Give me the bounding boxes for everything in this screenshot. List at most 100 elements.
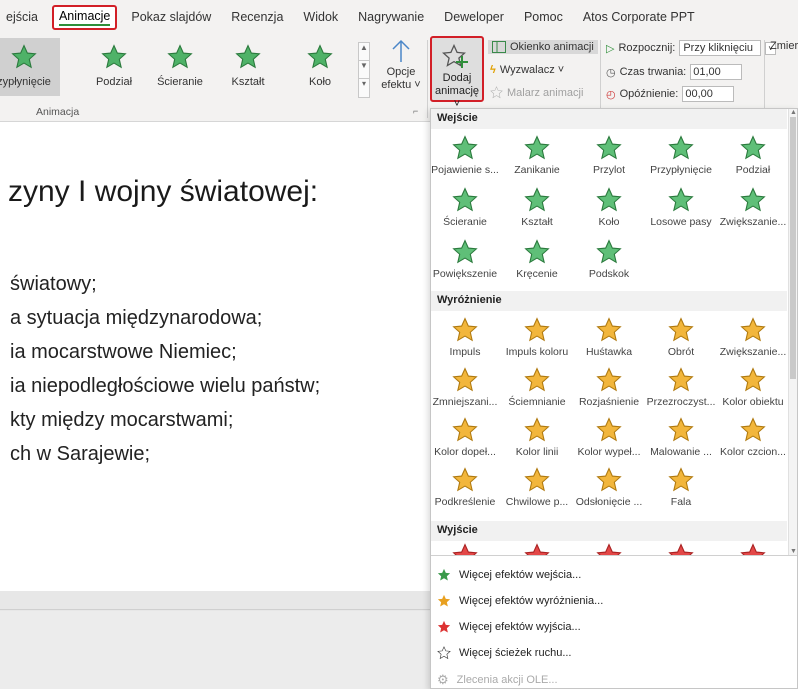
- star-icon: [235, 44, 261, 70]
- gallery-scrollbar[interactable]: ▲ ▼ ▾: [358, 42, 370, 98]
- effect-item[interactable]: Zwiększanie...: [718, 317, 788, 358]
- effect-item[interactable]: Kształt: [502, 187, 572, 228]
- notes-divider[interactable]: [0, 609, 430, 610]
- star-effect-icon: [452, 187, 478, 213]
- tab-view[interactable]: Widok: [297, 6, 344, 28]
- star-effect-icon: [524, 135, 550, 161]
- gallery-scroll-up-icon[interactable]: ▲: [359, 43, 369, 61]
- gallery-item-wheel[interactable]: Koło: [290, 44, 350, 88]
- effect-item[interactable]: Kolor linii: [502, 417, 572, 458]
- effect-item[interactable]: Powiększenie: [431, 239, 500, 280]
- more-motion-paths[interactable]: Więcej ścieżek ruchu...: [437, 646, 571, 660]
- effect-item[interactable]: Kolor dopeł...: [431, 417, 500, 458]
- effect-item[interactable]: Odsłonięcie ...: [574, 467, 644, 508]
- effect-label: Podskok: [588, 268, 630, 280]
- slide-title[interactable]: zyny I wojny światowej:: [8, 175, 318, 209]
- effect-item[interactable]: Obrót: [646, 317, 716, 358]
- effect-item[interactable]: Przylot: [574, 135, 644, 176]
- reorder-label: Zmier: [770, 40, 798, 52]
- panel-scrollbar[interactable]: ▲ ▼: [788, 109, 797, 555]
- gallery-scroll-down-icon[interactable]: ▼: [359, 61, 369, 79]
- effect-label: Zwiększanie...: [719, 346, 787, 358]
- bullet-item: światowy;: [10, 273, 97, 295]
- effect-item[interactable]: Chwilowe p...: [502, 467, 572, 508]
- effect-item[interactable]: Ścieranie: [431, 187, 500, 228]
- effect-item[interactable]: Kolor czcion...: [718, 417, 788, 458]
- effect-item[interactable]: Losowe pasy: [646, 187, 716, 228]
- star-entrance-icon: [437, 568, 451, 581]
- effect-item[interactable]: Impuls koloru: [502, 317, 572, 358]
- add-animation-button[interactable]: Dodaj animację ˅: [430, 36, 484, 110]
- tab-transitions[interactable]: ejścia: [0, 6, 44, 28]
- star-icon: [167, 44, 193, 70]
- effect-label: Fala: [670, 496, 692, 508]
- gallery-item-fly-in[interactable]: zypłynięcie: [0, 38, 60, 96]
- tab-slideshow[interactable]: Pokaz slajdów: [125, 6, 217, 28]
- effect-label: Kolor wypeł...: [577, 446, 641, 458]
- star-effect-icon: [740, 367, 766, 393]
- tab-help[interactable]: Pomoc: [518, 6, 569, 28]
- effect-item[interactable]: Podkreślenie: [431, 467, 500, 508]
- scroll-down-icon[interactable]: ▼: [789, 548, 797, 555]
- trigger-button[interactable]: ϟ Wyzwalacz ˅: [490, 64, 564, 76]
- animation-pane-button[interactable]: Okienko animacji: [488, 40, 598, 54]
- effect-item[interactable]: Koło: [574, 187, 644, 228]
- scroll-up-icon[interactable]: ▲: [789, 109, 797, 116]
- dialog-launcher-icon[interactable]: ⌐: [413, 106, 418, 116]
- star-effect-icon: [596, 239, 622, 265]
- group-label-animation: Animacja: [36, 106, 80, 118]
- start-select[interactable]: Przy kliknięciu: [679, 40, 762, 56]
- animation-painter-button[interactable]: Malarz animacji: [490, 86, 583, 99]
- star-effect-icon: [740, 135, 766, 161]
- star-effect-icon: [524, 367, 550, 393]
- effect-item[interactable]: Rozjaśnienie: [574, 367, 644, 408]
- tab-atos-corporate[interactable]: Atos Corporate PPT: [577, 6, 701, 28]
- tab-animations[interactable]: Animacje: [51, 4, 118, 30]
- delay-input[interactable]: 00,00: [682, 86, 735, 102]
- duration-input[interactable]: 01,00: [690, 64, 743, 80]
- tab-recording[interactable]: Nagrywanie: [352, 6, 430, 28]
- effect-item[interactable]: Przezroczyst...: [646, 367, 716, 408]
- more-emphasis-effects[interactable]: Więcej efektów wyróżnienia...: [437, 594, 603, 608]
- gallery-item-split[interactable]: Podział: [84, 44, 144, 88]
- trigger-label: Wyzwalacz ˅: [499, 64, 565, 76]
- slide-bullets[interactable]: światowy; a sytuacja międzynarodowa; ia …: [10, 267, 320, 471]
- effect-item[interactable]: Kręcenie: [502, 239, 572, 280]
- effect-item[interactable]: Kolor obiektu: [718, 367, 788, 408]
- animation-pane-label: Okienko animacji: [510, 41, 594, 53]
- effect-item[interactable]: Zanikanie: [502, 135, 572, 176]
- scroll-thumb[interactable]: [790, 117, 796, 379]
- more-entrance-effects[interactable]: Więcej efektów wejścia...: [437, 568, 581, 582]
- effect-label: Kolor dopeł...: [434, 446, 496, 458]
- more-effects-list: Więcej efektów wejścia... Więcej efektów…: [431, 555, 797, 688]
- gallery-expand-icon[interactable]: ▾: [359, 79, 369, 97]
- effect-item[interactable]: Podskok: [574, 239, 644, 280]
- effect-item[interactable]: Ściemnianie: [502, 367, 572, 408]
- tab-review[interactable]: Recenzja: [225, 6, 289, 28]
- effect-item[interactable]: Malowanie ...: [646, 417, 716, 458]
- notes-pane[interactable]: [0, 611, 430, 689]
- effect-item[interactable]: Fala: [646, 467, 716, 508]
- effect-item[interactable]: Kolor wypeł...: [574, 417, 644, 458]
- gallery-item-wipe[interactable]: Ścieranie: [150, 44, 210, 88]
- arrow-up-icon: [392, 39, 410, 62]
- effect-item[interactable]: Zwiększanie...: [718, 187, 788, 228]
- slide-canvas[interactable]: zyny I wojny światowej: światowy; a sytu…: [0, 123, 430, 591]
- effect-item[interactable]: Zmniejszani...: [431, 367, 500, 408]
- tab-developer[interactable]: Deweloper: [438, 6, 510, 28]
- effect-label: Ściemnianie: [508, 396, 566, 408]
- menu-item-label: Więcej efektów wyróżnienia...: [459, 595, 604, 607]
- start-control: ▷ Rozpocznij: Przy kliknięciu ˅: [606, 40, 776, 56]
- effect-item[interactable]: Impuls: [431, 317, 500, 358]
- gallery-item-shape[interactable]: Kształt: [218, 44, 278, 88]
- effect-item[interactable]: Podział: [718, 135, 788, 176]
- more-exit-effects[interactable]: Więcej efektów wyjścia...: [437, 620, 581, 634]
- effect-options-button[interactable]: Opcje efektu ˅: [378, 38, 424, 92]
- effect-item[interactable]: Przypłynięcie: [646, 135, 716, 176]
- effect-item[interactable]: Pojawienie s...: [431, 135, 500, 176]
- separator: [764, 40, 765, 118]
- effect-item[interactable]: Huśtawka: [574, 317, 644, 358]
- bullet-item: ch w Sarajewie;: [10, 443, 151, 465]
- gallery-item-label: zypłynięcie: [0, 76, 51, 88]
- effect-label: Kolor obiektu: [722, 396, 784, 408]
